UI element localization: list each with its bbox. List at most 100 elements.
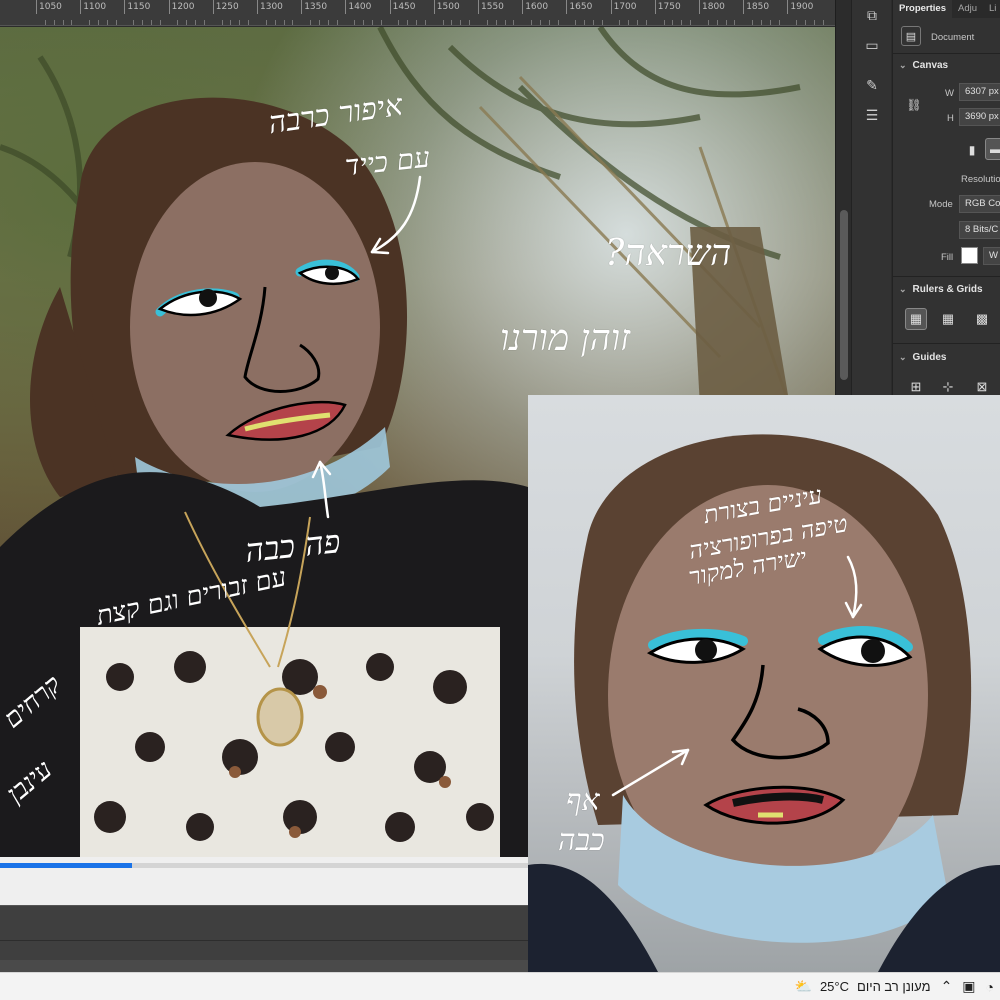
pixel-grid-icon[interactable]: ▩ <box>971 308 993 330</box>
ruler-minor-tick <box>769 20 771 25</box>
ruler-minor-tick <box>734 20 736 25</box>
guide-layout-icon[interactable]: ⊞ <box>905 376 927 395</box>
guide-lock-icon[interactable]: ⊠ <box>971 376 993 395</box>
tab-adjustments[interactable]: Adju <box>952 0 983 18</box>
ruler-minor-tick <box>504 20 506 25</box>
ruler-minor-tick <box>725 20 727 25</box>
photoshop-window: 1050 1100 1150 1200 1250 1300 1350 1400 1450 1500… <box>0 0 1000 1000</box>
ruler-minor-tick <box>513 20 515 25</box>
width-label: W <box>945 88 954 99</box>
ruler-minor-tick <box>637 20 639 25</box>
fill-color-swatch[interactable] <box>961 247 978 264</box>
ruler-minor-tick <box>221 20 223 25</box>
ruler-tick-label: 1400 <box>345 0 371 14</box>
brush-icon[interactable]: ✎ <box>852 70 892 100</box>
mode-select[interactable]: RGB Co <box>959 195 1000 213</box>
canvas-vertical-scrollbar[interactable] <box>835 0 851 395</box>
ruler-minor-tick <box>407 20 409 25</box>
ruler-minor-tick <box>53 20 55 25</box>
ruler-minor-tick <box>380 20 382 25</box>
adjust-icon[interactable]: ☰ <box>852 100 892 130</box>
ruler-minor-tick <box>752 20 754 25</box>
wifi-icon[interactable]: ◔ <box>986 979 994 995</box>
annotation-nose-2: כבה <box>558 823 605 858</box>
ruler-minor-tick <box>363 20 365 25</box>
network-icon[interactable]: ▣ <box>962 978 975 995</box>
landscape-orientation-icon[interactable]: ▬ <box>985 138 1000 160</box>
horizontal-ruler[interactable]: 1050 1100 1150 1200 1250 1300 1350 1400 1450 1500… <box>0 0 835 26</box>
ruler-minor-tick <box>601 20 603 25</box>
scrollbar-thumb[interactable] <box>840 210 848 380</box>
height-field[interactable]: 3690 px <box>959 108 1000 126</box>
ruler-tick-label: 1600 <box>522 0 548 14</box>
history-icon[interactable]: ⧉ <box>852 0 892 30</box>
video-player-controls <box>0 857 528 905</box>
grid-icon[interactable]: ▦ <box>937 308 959 330</box>
ruler-minor-tick <box>283 20 285 25</box>
fill-select[interactable]: W <box>983 247 1000 265</box>
ruler-tick-label: 1100 <box>80 0 106 14</box>
temperature: 25°C <box>819 979 849 994</box>
ruler-minor-tick <box>813 20 815 25</box>
ruler-minor-tick <box>584 20 586 25</box>
ruler-minor-tick <box>681 20 683 25</box>
portrait-orientation-icon[interactable]: ▮ <box>961 139 983 161</box>
ruler-minor-tick <box>716 20 718 25</box>
ruler-minor-tick <box>592 20 594 25</box>
ruler-minor-tick <box>310 20 312 25</box>
tab-properties[interactable]: Properties <box>893 0 952 18</box>
document-icon: ▤ <box>901 26 921 46</box>
ruler-minor-tick <box>354 20 356 25</box>
ruler-minor-tick <box>778 20 780 25</box>
ruler-minor-tick <box>106 20 108 25</box>
ruler-minor-tick <box>707 20 709 25</box>
ruler-minor-tick <box>469 20 471 25</box>
ruler-tick-label: 1350 <box>301 0 327 14</box>
ruler-minor-tick <box>548 20 550 25</box>
comment-icon[interactable]: ▭ <box>852 30 892 60</box>
document-label: Document <box>931 32 975 43</box>
guides-header[interactable]: ⌄ Guides <box>893 352 1000 363</box>
tab-libraries[interactable]: Li <box>983 0 1000 18</box>
ruler-minor-tick <box>195 20 197 25</box>
ruler-minor-tick <box>619 20 621 25</box>
canvas-section-header[interactable]: ⌄ Canvas <box>893 60 1000 71</box>
ruler-minor-tick <box>159 20 161 25</box>
ruler-tick-label: 1700 <box>610 0 637 14</box>
divider <box>852 60 892 70</box>
video-progress-fill[interactable] <box>0 863 132 868</box>
mode-label: Mode <box>929 199 953 210</box>
chevron-up-icon[interactable]: ⌃ <box>941 978 953 995</box>
bit-depth-select[interactable]: 8 Bits/C <box>959 221 1000 239</box>
link-icon[interactable]: ⛓ <box>903 94 925 116</box>
ruler-tick-label: 1800 <box>699 0 725 14</box>
weather-widget[interactable]: ⛅ 25°C מעונן רב היום <box>795 978 931 995</box>
ruler-minor-tick <box>248 20 250 25</box>
resolution-label: Resolution <box>961 174 1000 185</box>
properties-panel: Properties Adju Li ▤ Document ⌄ Canvas ⛓… <box>892 0 1000 395</box>
ruler-minor-tick <box>274 20 276 25</box>
ruler-tick-label: 1550 <box>478 0 504 14</box>
ruler-minor-tick <box>442 20 444 25</box>
ruler-tick-label: 1250 <box>212 0 239 14</box>
ruler-tick-label: 1150 <box>124 0 150 14</box>
width-field[interactable]: 6307 px <box>959 83 1000 101</box>
panel-tabs: Properties Adju Li <box>893 0 1000 18</box>
chevron-down-icon: ⌄ <box>899 284 907 294</box>
ruler-minor-tick <box>822 20 824 25</box>
ruler-minor-tick <box>460 20 462 25</box>
rulers-grids-header[interactable]: ⌄ Rulers & Grids <box>893 284 1000 295</box>
ruler-minor-tick <box>318 20 320 25</box>
ruler-icon[interactable]: ▦ <box>905 308 927 330</box>
ruler-minor-tick <box>150 20 152 25</box>
ruler-minor-tick <box>486 20 488 25</box>
ruler-minor-tick <box>89 20 91 25</box>
ruler-minor-tick <box>796 20 798 25</box>
canvas-photo-secondary[interactable]: עיניים בצורת טיפה בפרופורציה ישירה למקור… <box>528 395 1000 972</box>
weather-description: מעונן רב היום <box>857 979 931 994</box>
guide-add-icon[interactable]: ⊹ <box>937 376 959 395</box>
ruler-minor-tick <box>531 20 533 25</box>
ruler-minor-tick <box>97 20 99 25</box>
ruler-minor-tick <box>495 20 497 25</box>
ruler-minor-tick <box>186 20 188 25</box>
